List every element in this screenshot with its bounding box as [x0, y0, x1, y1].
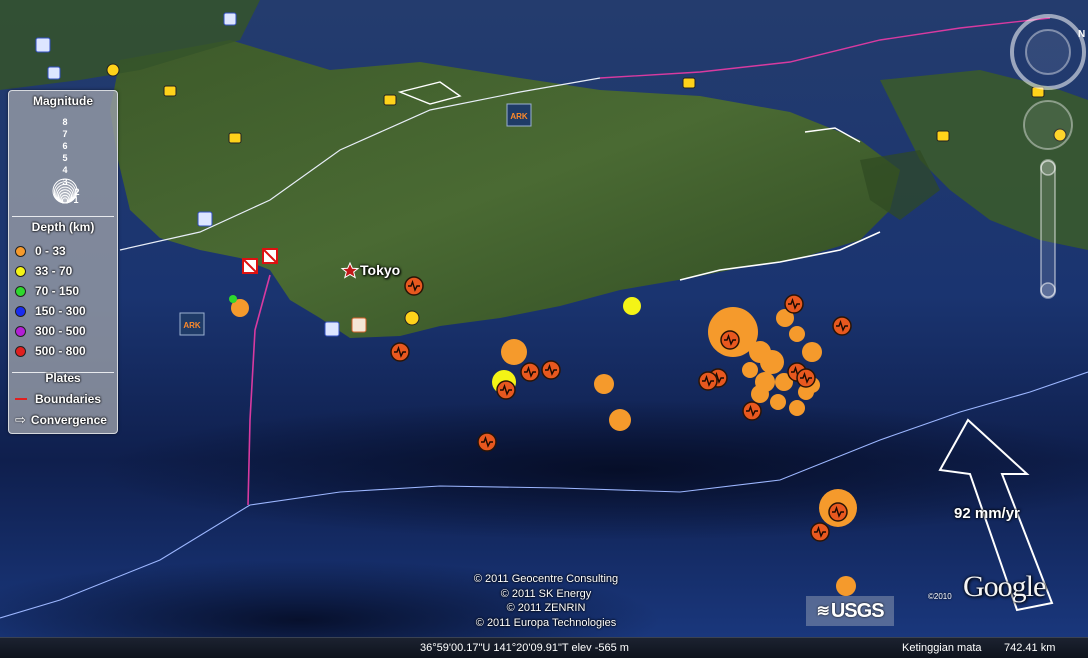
depth-label: 150 - 300 — [35, 304, 86, 318]
magnitude-label: 8 — [62, 117, 67, 127]
taxi-icon[interactable] — [404, 310, 420, 326]
earthquake-marker[interactable] — [760, 350, 784, 374]
depth-label: 0 - 33 — [35, 244, 66, 258]
depth-row: 500 - 800 — [15, 342, 86, 360]
convergence-rate-label: 92 mm/yr — [954, 505, 1020, 522]
panoramio-icon[interactable] — [223, 12, 237, 26]
depth-row: 33 - 70 — [15, 262, 72, 280]
depth-color-swatch — [15, 345, 26, 357]
depth-row: 300 - 500 — [15, 322, 86, 340]
taxi-icon[interactable] — [106, 63, 120, 77]
zoom-in-button[interactable] — [1040, 160, 1056, 176]
depth-title: Depth (km) — [31, 220, 95, 234]
camera-icon[interactable] — [682, 77, 696, 89]
legend-divider — [12, 216, 114, 217]
usgs-logo-text: USGS — [830, 599, 885, 622]
magnitude-label: 6 — [62, 141, 67, 151]
earthquake-marker[interactable] — [789, 400, 805, 416]
plates-title: Plates — [45, 371, 81, 385]
earthquake-marker[interactable] — [609, 409, 631, 431]
earthquake-marker[interactable] — [501, 339, 527, 365]
zoom-out-button[interactable] — [1040, 282, 1056, 298]
panoramio-icon[interactable] — [324, 321, 340, 337]
google-logo-text: Google — [963, 570, 1046, 603]
copyright-line: © 2011 ZENRIN — [506, 602, 586, 614]
legend-panel: Magnitude 87654321 Depth (km) 0 - 33 33 -… — [8, 90, 118, 434]
eye-altitude-value: 742.41 km — [1004, 642, 1056, 654]
earthquake-marker[interactable] — [836, 576, 856, 596]
magnitude-scale: 87654321 — [52, 117, 80, 205]
depth-color-swatch — [15, 265, 26, 277]
earthquake-marker[interactable] — [789, 326, 805, 342]
magnitude-label: 4 — [62, 165, 67, 175]
camera-icon[interactable] — [163, 85, 177, 97]
panoramio-icon[interactable] — [35, 37, 51, 53]
copyright-line: © 2011 Europa Technologies — [475, 616, 617, 629]
depth-row: 150 - 300 — [15, 302, 86, 320]
move-control[interactable] — [1023, 100, 1073, 150]
map-canvas[interactable]: ARK ARK N — [0, 0, 1088, 658]
earthquake-marker[interactable] — [229, 295, 237, 303]
copyright-line: © 2011 SK Energy — [500, 587, 592, 600]
plate-boundaries-row: Boundaries — [15, 390, 101, 408]
copyright-notices: © 2011 Geocentre Consulting © 2011 SK En… — [446, 572, 646, 630]
svg-text:ARK: ARK — [510, 112, 528, 121]
earthquake-marker[interactable] — [770, 394, 786, 410]
magnitude-label: 7 — [62, 129, 67, 139]
google-logo: ©2010 Google — [928, 570, 1078, 610]
google-year: ©2010 — [928, 592, 952, 601]
panoramio-icon[interactable] — [47, 66, 61, 80]
svg-text:N: N — [1078, 29, 1085, 40]
convergence-arrow-icon: ⇨ — [15, 412, 26, 427]
depth-label: 500 - 800 — [35, 344, 86, 358]
look-control[interactable] — [1025, 29, 1071, 75]
magnitude-title: Magnitude — [33, 94, 93, 108]
depth-label: 33 - 70 — [35, 264, 73, 278]
usgs-logo: ≋ USGS — [806, 596, 894, 626]
magnitude-label: 1 — [73, 195, 78, 205]
camera-icon[interactable] — [936, 130, 950, 142]
earthquake-marker[interactable] — [623, 297, 641, 315]
eye-altitude-label: Ketinggian mata — [902, 642, 982, 654]
depth-color-swatch — [15, 305, 26, 317]
earthquake-marker[interactable] — [742, 362, 758, 378]
depth-label: 70 - 150 — [35, 284, 80, 298]
map-view[interactable]: ARK ARK N Magnitude 8 7 6 5 4 3 2 1 Dept… — [0, 0, 1088, 658]
camera-icon[interactable] — [383, 94, 397, 106]
photo-icon[interactable] — [351, 317, 367, 333]
magnitude-label: 5 — [62, 153, 67, 163]
magnitude-circle — [61, 197, 69, 204]
boundary-line-icon — [15, 398, 27, 400]
earthquake-marker[interactable] — [594, 374, 614, 394]
camera-icon[interactable] — [228, 132, 242, 144]
plate-boundaries-label: Boundaries — [35, 392, 102, 406]
depth-row: 70 - 150 — [15, 282, 79, 300]
depth-row: 0 - 33 — [15, 242, 66, 260]
depth-color-swatch — [15, 285, 26, 297]
plate-convergence-row: ⇨ Convergence — [15, 411, 107, 429]
status-bar: 36°59'00.17"U 141°20'09.91"T elev -565 m… — [0, 637, 1088, 658]
copyright-line: © 2011 Geocentre Consulting — [473, 573, 619, 585]
zoom-slider-icon[interactable] — [1040, 159, 1056, 299]
depth-color-swatch — [15, 245, 26, 257]
plate-convergence-label: Convergence — [30, 413, 107, 427]
svg-text:ARK: ARK — [183, 321, 201, 330]
panoramio-icon[interactable] — [197, 211, 213, 227]
depth-label: 300 - 500 — [35, 324, 86, 338]
depth-color-swatch — [15, 325, 26, 337]
city-label-tokyo[interactable]: Tokyo — [360, 262, 400, 278]
pointer-coordinates: 36°59'00.17"U 141°20'09.91"T elev -565 m — [420, 642, 629, 654]
usgs-wave-icon: ≋ — [816, 603, 829, 620]
magnitude-label: 3 — [62, 177, 67, 187]
earthquake-marker[interactable] — [751, 385, 769, 403]
earthquake-marker[interactable] — [802, 342, 822, 362]
